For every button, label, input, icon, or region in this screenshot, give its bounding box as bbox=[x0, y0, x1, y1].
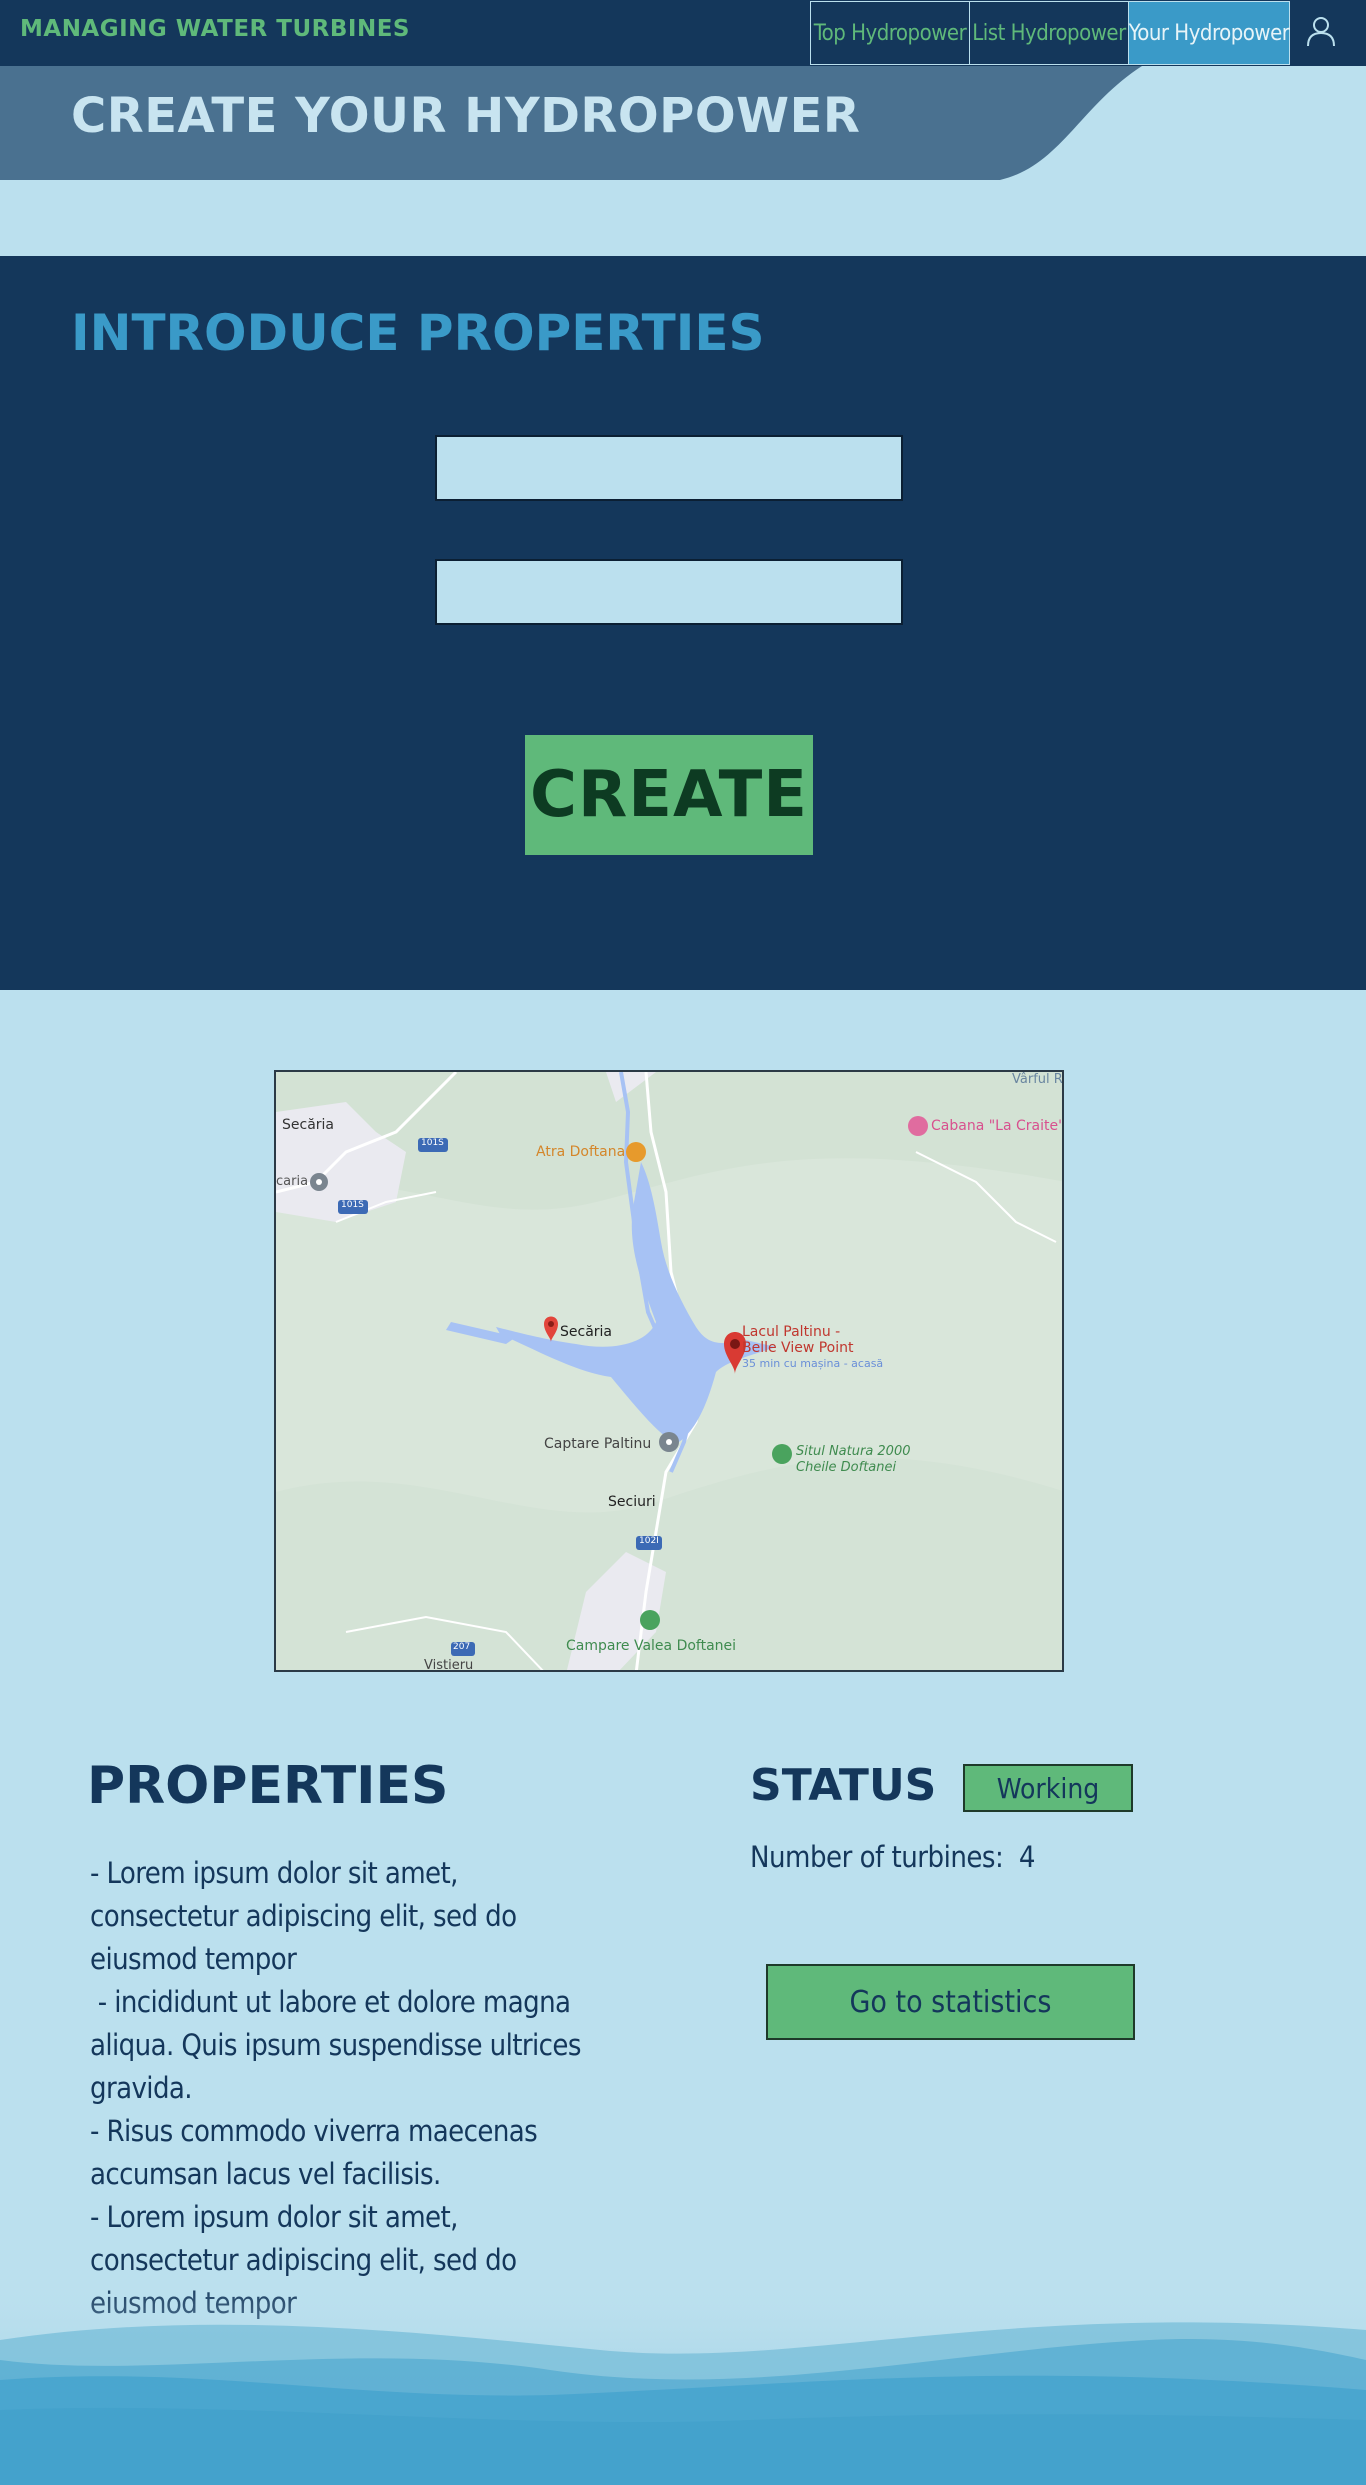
map-label-belle-view: Belle View Point bbox=[742, 1340, 854, 1356]
map-label-cheile: Cheile Doftanei bbox=[796, 1460, 897, 1475]
property-input-2[interactable] bbox=[435, 559, 903, 625]
map-label-caria: caria bbox=[276, 1174, 309, 1189]
map-label-road-101s-a: 101S bbox=[421, 1138, 444, 1148]
hero-banner: CREATE YOUR HYDROPOWER bbox=[0, 66, 1366, 256]
go-to-statistics-button[interactable]: Go to statistics bbox=[766, 1964, 1135, 2040]
map-label-road-101s-b: 101S bbox=[341, 1200, 364, 1210]
map-label-vistieru: Vistieru bbox=[424, 1658, 474, 1672]
brand-title[interactable]: MANAGING WATER TURBINES bbox=[20, 16, 410, 42]
map-label-lacul-paltinu: Lacul Paltinu - bbox=[742, 1324, 841, 1340]
property-line: - incididunt ut labore et dolore magna a… bbox=[90, 1985, 589, 2105]
top-nav: MANAGING WATER TURBINES Top Hydropower L… bbox=[0, 0, 1366, 66]
tab-list-hydropower[interactable]: List Hydropower bbox=[969, 1, 1129, 65]
map-label-drive-time: 35 min cu mașina - acasă bbox=[742, 1357, 884, 1370]
map-label-captare: Captare Paltinu bbox=[544, 1436, 652, 1452]
form-title: INTRODUCE PROPERTIES bbox=[71, 304, 765, 362]
properties-form: INTRODUCE PROPERTIES CREATE bbox=[0, 256, 1366, 990]
properties-list: - Lorem ipsum dolor sit amet, consectetu… bbox=[90, 1852, 610, 2325]
map-label-seciuri: Seciuri bbox=[608, 1494, 656, 1510]
tab-your-hydropower[interactable]: Your Hydropower bbox=[1128, 1, 1290, 65]
map-terrain bbox=[276, 1072, 1062, 1670]
turbines-value: 4 bbox=[1018, 1840, 1036, 1874]
turbines-count: Number of turbines: 4 bbox=[750, 1840, 1036, 1874]
status-title: STATUS bbox=[750, 1760, 937, 1811]
property-line: - Risus commodo viverra maecenas accumsa… bbox=[90, 2114, 545, 2191]
map-label-secaria-pin: Secăria bbox=[560, 1324, 613, 1340]
map-label-secaria-nw: Secăria bbox=[282, 1117, 335, 1133]
map-label-campare: Campare Valea Doftanei bbox=[566, 1638, 737, 1654]
location-map[interactable]: Secăria caria 101S 101S Atra Doftana Cab… bbox=[274, 1070, 1064, 1672]
turbines-label: Number of turbines: bbox=[750, 1840, 1004, 1874]
map-label-atra-doftana: Atra Doftana bbox=[536, 1144, 626, 1160]
map-label-road-207: 207 bbox=[453, 1642, 471, 1652]
page-title: CREATE YOUR HYDROPOWER bbox=[71, 88, 861, 144]
create-button[interactable]: CREATE bbox=[525, 735, 813, 855]
properties-title: PROPERTIES bbox=[87, 1756, 449, 1816]
property-input-1[interactable] bbox=[435, 435, 903, 501]
map-label-varful: Vârful R bbox=[1012, 1072, 1063, 1087]
status-badge: Working bbox=[963, 1764, 1133, 1812]
user-icon[interactable] bbox=[1304, 14, 1338, 48]
map-label-situl: Situl Natura 2000 bbox=[796, 1444, 911, 1459]
property-line: - Lorem ipsum dolor sit amet, consectetu… bbox=[90, 1856, 525, 1976]
tab-top-hydropower[interactable]: Top Hydropower bbox=[810, 1, 970, 65]
wave-decoration bbox=[0, 2280, 1366, 2485]
map-label-road-102i: 102I bbox=[639, 1536, 659, 1546]
map-label-cabana: Cabana "La Craite" bbox=[931, 1118, 1064, 1134]
